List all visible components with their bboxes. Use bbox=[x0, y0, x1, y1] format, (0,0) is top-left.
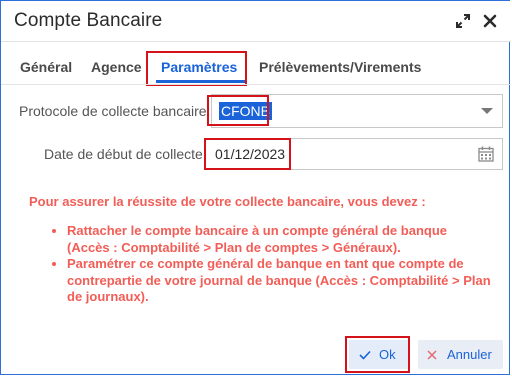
dialog-titlebar: Compte Bancaire bbox=[1, 1, 511, 41]
title-divider bbox=[1, 41, 511, 42]
tab-prelevements-virements[interactable]: Prélèvements/Virements bbox=[259, 59, 421, 75]
calendar-icon[interactable] bbox=[478, 146, 494, 162]
annotation-box-ok bbox=[345, 336, 410, 373]
info-title: Pour assurer la réussite de votre collec… bbox=[29, 194, 426, 209]
chevron-down-icon[interactable] bbox=[481, 108, 493, 114]
info-item: Paramétrer ce compte général de banque e… bbox=[67, 256, 492, 306]
dialog-title: Compte Bancaire bbox=[14, 10, 163, 31]
cancel-button[interactable]: Annuler bbox=[418, 340, 503, 369]
close-icon[interactable] bbox=[480, 11, 500, 31]
annotation-box-date bbox=[204, 138, 291, 170]
annotation-box-tab bbox=[146, 51, 247, 86]
tab-agence[interactable]: Agence bbox=[91, 59, 142, 75]
compte-bancaire-dialog: Compte Bancaire Général Agence Paramètre… bbox=[0, 0, 511, 375]
tab-general[interactable]: Général bbox=[20, 59, 72, 75]
date-label: Date de début de collecte: bbox=[44, 146, 207, 162]
info-item: Rattacher le compte bancaire à un compte… bbox=[67, 223, 492, 256]
info-list: Rattacher le compte bancaire à un compte… bbox=[47, 223, 492, 306]
tabs-divider bbox=[1, 84, 511, 85]
expand-icon[interactable] bbox=[453, 11, 473, 31]
protocole-label: Protocole de collecte bancaire: bbox=[19, 103, 211, 119]
x-icon bbox=[427, 349, 437, 360]
annotation-box-protocole bbox=[207, 95, 269, 126]
cancel-button-label: Annuler bbox=[447, 347, 492, 362]
